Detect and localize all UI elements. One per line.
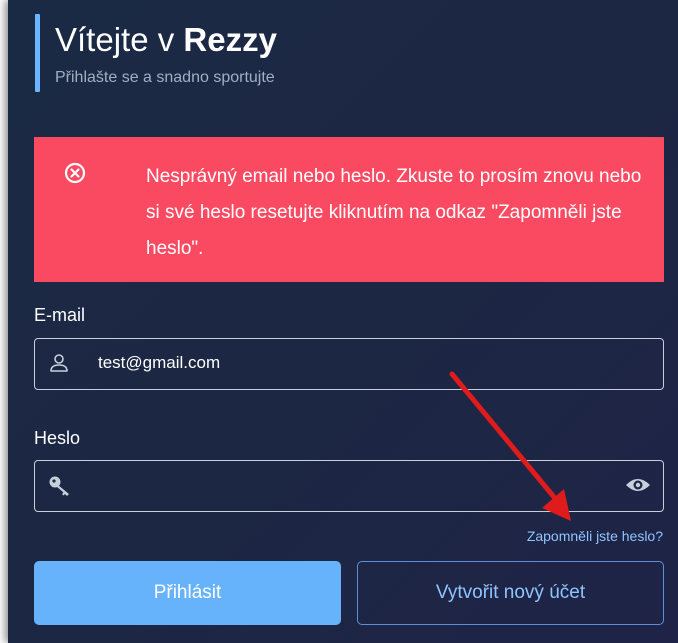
page-title: Vítejte v Rezzy bbox=[55, 20, 277, 60]
brand-name: Rezzy bbox=[183, 21, 277, 58]
circle-x-icon bbox=[64, 162, 86, 184]
title-prefix: Vítejte v bbox=[55, 21, 175, 58]
login-button-label: Přihlásit bbox=[153, 582, 222, 603]
login-panel bbox=[8, 0, 678, 643]
email-value: test@gmail.com bbox=[98, 353, 221, 372]
password-label: Heslo bbox=[34, 428, 81, 448]
email-label: E-mail bbox=[34, 305, 86, 325]
login-button[interactable]: Přihlásit bbox=[34, 561, 341, 625]
page-subtitle: Přihlašte se a snadno sportujte bbox=[55, 69, 275, 86]
password-field[interactable] bbox=[34, 460, 664, 512]
forgot-password-link[interactable]: Zapomněli jste heslo? bbox=[527, 528, 663, 544]
key-icon bbox=[49, 476, 69, 496]
eye-icon[interactable] bbox=[625, 475, 651, 495]
user-icon bbox=[50, 354, 68, 372]
error-message: Nesprávný email nebo heslo. Zkuste to pr… bbox=[146, 166, 642, 259]
register-button-label: Vytvořit nový účet bbox=[435, 582, 586, 603]
header-accent-bar bbox=[35, 14, 40, 92]
register-button[interactable]: Vytvořit nový účet bbox=[357, 561, 664, 625]
